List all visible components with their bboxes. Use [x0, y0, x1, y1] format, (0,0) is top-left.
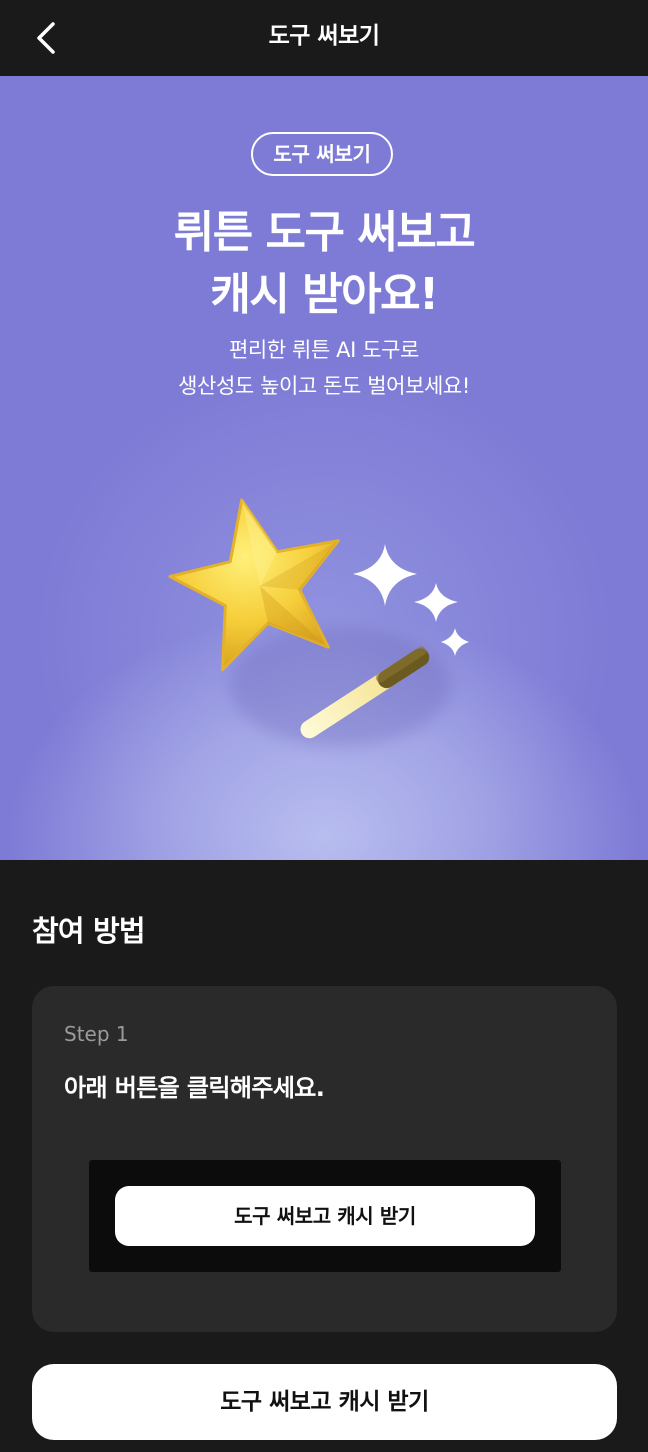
page: 도구 써보기 도구 써보기 뤼튼 도구 써보고 캐시 받아요! 편리한 뤼튼 A… [0, 0, 648, 1452]
hero-title-line2: 캐시 받아요! [210, 269, 439, 320]
hero-subtitle-line2: 생산성도 높이고 돈도 벌어보세요! [178, 374, 470, 398]
try-tool-get-cash-button[interactable]: 도구 써보고 캐시 받기 [32, 1364, 617, 1440]
step-label: Step 1 [64, 1022, 129, 1046]
hero-subtitle-line1: 편리한 뤼튼 AI 도구로 [229, 338, 419, 362]
hero-banner: 도구 써보기 뤼튼 도구 써보고 캐시 받아요! 편리한 뤼튼 AI 도구로 생… [0, 76, 648, 860]
magic-wand-star-icon [168, 498, 469, 746]
step-description: 아래 버튼을 클릭해주세요. [64, 1074, 325, 1102]
top-app-bar: 도구 써보기 [0, 0, 648, 76]
page-title: 도구 써보기 [268, 23, 380, 49]
step-card: Step 1 아래 버튼을 클릭해주세요. 도구 써보고 캐시 받기 [32, 986, 617, 1332]
hero-badge: 도구 써보기 [251, 132, 393, 176]
button-preview: 도구 써보고 캐시 받기 [89, 1160, 561, 1272]
hero-title-line1: 뤼튼 도구 써보고 [173, 207, 476, 258]
preview-button: 도구 써보고 캐시 받기 [115, 1186, 535, 1246]
section-title: 참여 방법 [32, 914, 146, 948]
